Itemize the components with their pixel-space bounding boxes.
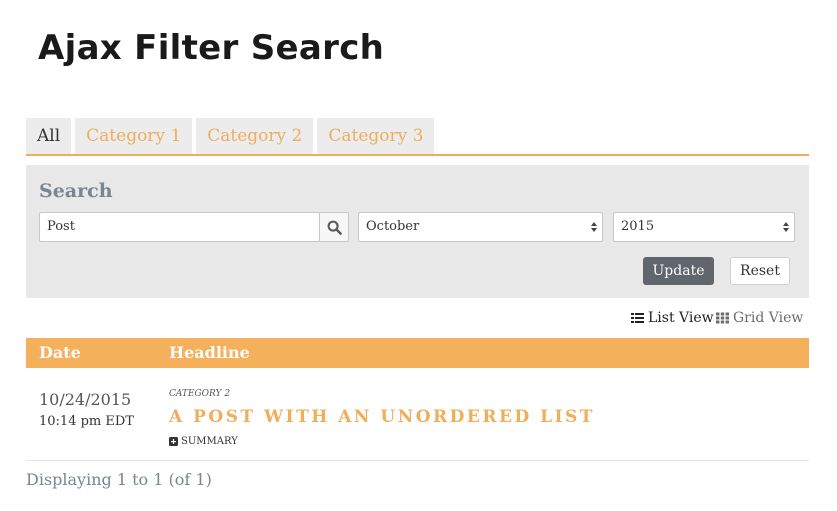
column-header-date[interactable]: Date xyxy=(39,343,81,362)
tab-category-1[interactable]: Category 1 xyxy=(75,118,193,154)
tab-all[interactable]: All xyxy=(26,118,72,154)
results-table-header: Date Headline xyxy=(26,338,809,368)
search-button[interactable] xyxy=(319,212,349,242)
list-view-toggle[interactable]: List View xyxy=(631,309,714,327)
tab-category-3[interactable]: Category 3 xyxy=(317,118,435,154)
post-headline-link[interactable]: A Post With An Unordered List xyxy=(169,407,595,427)
search-icon xyxy=(327,220,342,235)
list-view-label: List View xyxy=(648,310,714,326)
tab-category-2[interactable]: Category 2 xyxy=(196,118,314,154)
summary-label: Summary xyxy=(181,436,238,447)
summary-toggle[interactable]: Summary xyxy=(169,436,238,447)
grid-view-label: Grid View xyxy=(733,310,804,326)
post-category[interactable]: Category 2 xyxy=(169,389,230,399)
select-arrows-icon xyxy=(591,222,597,232)
year-select-value: 2015 xyxy=(621,219,655,234)
results-count: Displaying 1 to 1 (of 1) xyxy=(26,470,212,489)
search-heading: Search xyxy=(39,180,113,202)
column-header-headline[interactable]: Headline xyxy=(169,343,250,362)
update-button[interactable]: Update xyxy=(643,257,714,285)
grid-icon xyxy=(716,312,729,324)
select-arrows-icon xyxy=(783,222,789,232)
table-row: 10/24/2015 10:14 pm EDT Category 2 A Pos… xyxy=(26,368,809,461)
month-select[interactable]: October xyxy=(358,212,603,242)
search-input[interactable]: Post xyxy=(39,212,320,242)
month-select-value: October xyxy=(366,219,420,234)
plus-square-icon xyxy=(169,437,178,446)
post-time: 10:14 pm EDT xyxy=(39,414,134,429)
search-panel: Search Post October 2015 Update Reset xyxy=(26,165,809,298)
reset-button[interactable]: Reset xyxy=(730,257,790,285)
category-tabs: All Category 1 Category 2 Category 3 xyxy=(26,118,809,156)
grid-view-toggle[interactable]: Grid View xyxy=(716,309,803,327)
year-select[interactable]: 2015 xyxy=(613,212,795,242)
list-icon xyxy=(631,313,644,323)
page-title: Ajax Filter Search xyxy=(38,28,385,68)
post-date: 10/24/2015 xyxy=(39,390,132,409)
